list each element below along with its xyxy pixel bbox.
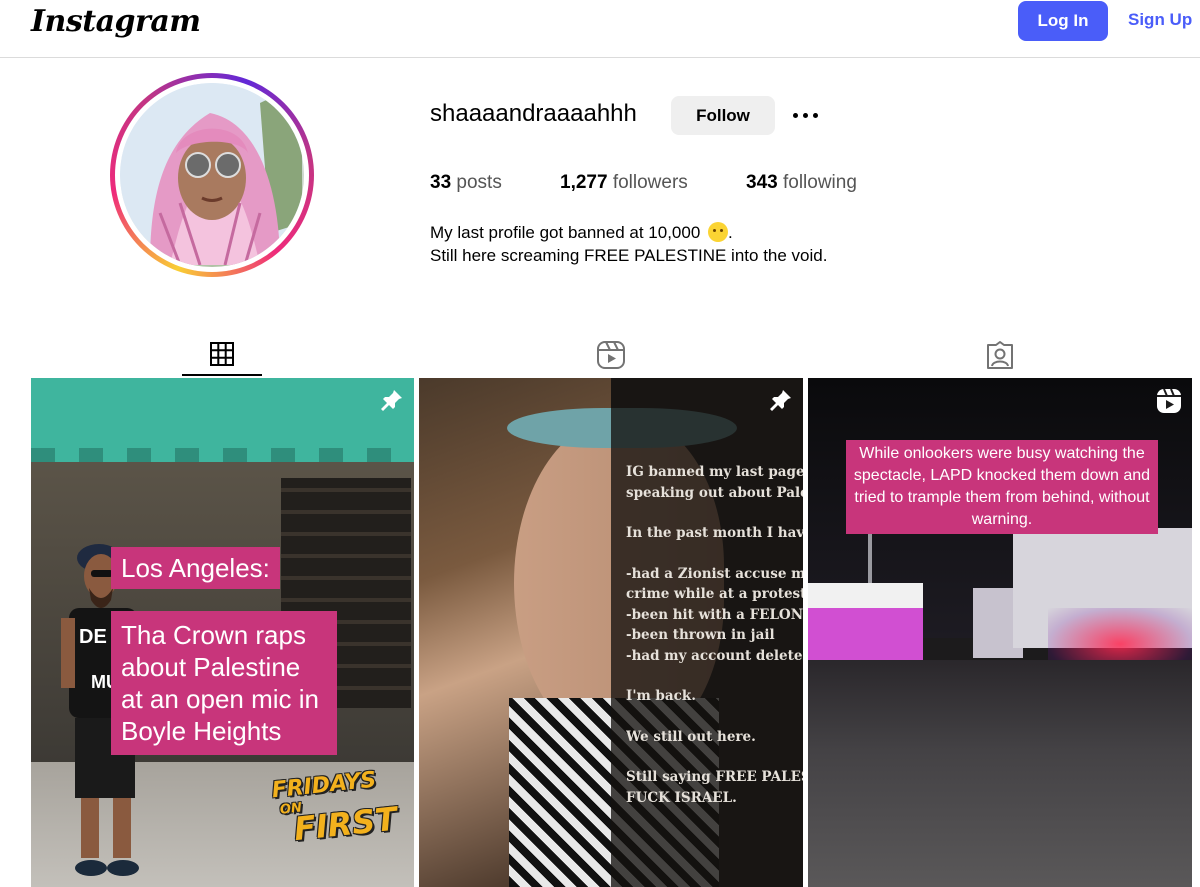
post-2-line: -been hit with a FELONY — [626, 606, 803, 623]
post-2-line: -had my account deleted — [626, 647, 803, 664]
top-bar: Instagram Log In Sign Up — [0, 0, 1200, 58]
post-2-line: crime while at a protest — [626, 586, 803, 602]
pin-icon — [380, 388, 404, 417]
post-2-line-gap — [626, 747, 803, 767]
followers-label: followers — [612, 172, 688, 193]
post-2-line: I'm back. — [626, 688, 696, 704]
bio-line-2: Still here screaming FREE PALESTINE into… — [430, 246, 828, 265]
tab-reels[interactable] — [571, 334, 651, 376]
post-2-line: -been thrown in jail — [626, 627, 775, 643]
post-tile-3[interactable]: While onlookers were busy watching the s… — [808, 378, 1192, 887]
more-dot — [802, 112, 808, 118]
profile-bio: My last profile got banned at 10,000 . S… — [430, 221, 827, 267]
post-3-caption: While onlookers were busy watching the s… — [846, 440, 1158, 534]
post-2-line: Still saying FREE PALESTI — [626, 769, 803, 785]
signup-link[interactable]: Sign Up — [1128, 10, 1192, 30]
posts-stat: 33 posts — [430, 172, 502, 194]
following-count: 343 — [746, 172, 778, 193]
post-2-line: speaking out about Palesti — [626, 484, 803, 501]
tab-tagged[interactable] — [960, 334, 1040, 376]
followers-count: 1,277 — [560, 172, 608, 193]
following-stat[interactable]: 343 following — [746, 172, 857, 194]
pin-icon — [769, 388, 793, 417]
posts-count: 33 — [430, 172, 452, 193]
post-2-line-gap — [626, 666, 803, 686]
tab-posts[interactable] — [182, 334, 262, 376]
scene-police-lights — [1048, 608, 1192, 668]
post-1-caption-body: Tha Crown raps about Palestine at an ope… — [111, 611, 337, 755]
scene-road — [808, 660, 1192, 887]
post-2-text: IG banned my last page, for speaking out… — [626, 462, 803, 808]
avatar-inner — [115, 78, 309, 272]
reels-icon — [597, 341, 625, 369]
post-2-line: FUCK ISRAEL. — [626, 789, 737, 806]
following-label: following — [782, 172, 857, 193]
follow-button[interactable]: Follow — [671, 96, 775, 135]
svg-text:DE: DE — [79, 626, 107, 648]
scene-awning-stripes — [31, 448, 414, 462]
reel-badge-icon — [1156, 388, 1182, 419]
grid-icon — [210, 342, 234, 366]
login-button[interactable]: Log In — [1018, 1, 1108, 41]
scene-building-pink — [808, 583, 923, 663]
profile-username: shaaaandraaaahhh — [430, 100, 637, 127]
post-2-line: In the past month I have: — [626, 525, 803, 541]
face-emoji-icon — [708, 222, 729, 242]
post-2-line-gap — [626, 707, 803, 727]
posts-label: posts — [456, 172, 502, 193]
bio-suffix: . — [728, 223, 733, 242]
post-tile-1[interactable]: DE MU Los Angeles: Tha Crown raps about … — [31, 378, 414, 887]
post-2-line: We still out here. — [626, 728, 756, 745]
post-2-line-gap — [626, 544, 803, 564]
bio-text-1: My last profile got banned at 10,000 — [430, 223, 701, 242]
post-tile-2[interactable]: IG banned my last page, for speaking out… — [419, 378, 803, 887]
post-1-caption-title: Los Angeles: — [111, 547, 280, 589]
avatar — [120, 83, 304, 267]
post-2-line: -had a Zionist accuse me o — [626, 565, 803, 582]
more-options-icon[interactable] — [788, 103, 822, 127]
profile-avatar-ring[interactable] — [110, 73, 314, 277]
post-2-line: IG banned my last page, for — [626, 464, 803, 480]
bio-line-1: My last profile got banned at 10,000 . — [430, 221, 827, 244]
followers-stat[interactable]: 1,277 followers — [560, 172, 688, 194]
post-2-line-gap — [626, 503, 803, 523]
scene-building-sign — [808, 583, 923, 608]
avatar-image — [120, 83, 302, 266]
instagram-logo[interactable]: Instagram — [31, 4, 201, 39]
more-dot — [812, 112, 818, 118]
tagged-icon — [987, 341, 1013, 369]
fridays-on-first-stamp: FRIDAYS ON FIRST — [271, 766, 400, 868]
more-dot — [792, 112, 798, 118]
scene-awning — [31, 378, 414, 448]
